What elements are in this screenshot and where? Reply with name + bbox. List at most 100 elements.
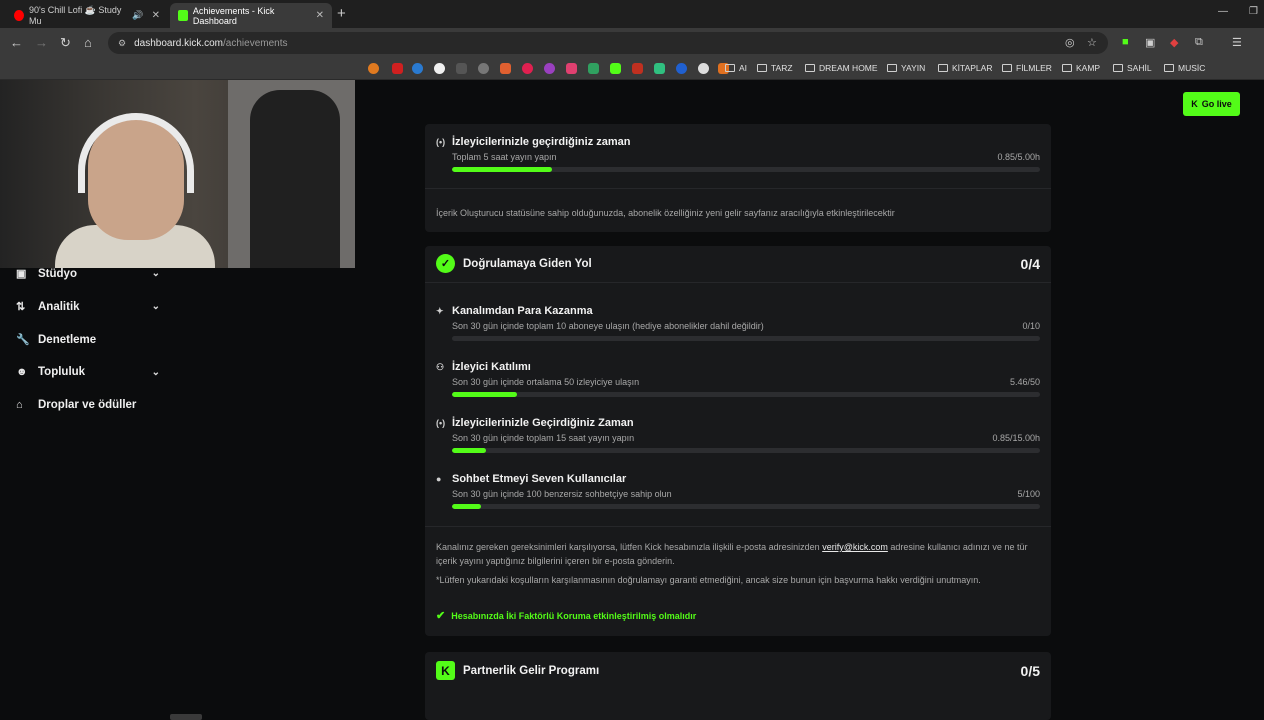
- sidebar-item-drops[interactable]: ⌂ Droplar ve ödüller: [16, 399, 166, 411]
- sidebar-item-label: Denetleme: [38, 333, 97, 346]
- verification-disclaimer: *Lütfen yukarıdaki koşulların karşılanma…: [436, 575, 981, 585]
- kick-icon: K: [1191, 99, 1198, 109]
- back-icon[interactable]: ←: [10, 35, 23, 50]
- folder-icon: [757, 64, 767, 72]
- sidebar-item-label: Analitik: [38, 300, 80, 313]
- chevron-down-icon[interactable]: ⌄: [152, 301, 160, 312]
- go-live-label: Go live: [1201, 99, 1232, 109]
- bookmark-icon[interactable]: [698, 63, 709, 74]
- bookmark-icon[interactable]: [544, 63, 555, 74]
- bookmark-folder-tarz[interactable]: TARZ: [757, 63, 793, 73]
- sidebar-item-community[interactable]: ☻ Topluluk ⌄: [16, 366, 166, 378]
- bookmark-icon[interactable]: [610, 63, 621, 74]
- bookmark-icon[interactable]: [478, 63, 489, 74]
- progress-fill: [452, 167, 552, 172]
- sidebar-item-label: Stüdyo: [38, 267, 77, 280]
- tab-lofi[interactable]: 90's Chill Lofi ☕ Study Mu 🔊 ✕: [6, 3, 168, 28]
- bookmark-icon[interactable]: [456, 63, 467, 74]
- bookmark-folder-ai[interactable]: AI: [725, 63, 747, 73]
- chevron-down-icon[interactable]: ⌄: [152, 367, 160, 378]
- bookmark-icon[interactable]: [368, 63, 379, 74]
- maximize-icon[interactable]: ❐: [1249, 6, 1258, 17]
- scrollbar[interactable]: [170, 714, 202, 720]
- card-title: Partnerlik Gelir Programı: [463, 664, 600, 677]
- new-tab-button[interactable]: +: [337, 5, 346, 22]
- requirement-monetization: ✦ Kanalımdan Para Kazanma Son 30 gün için…: [436, 305, 1040, 345]
- close-tab-icon[interactable]: ✕: [316, 10, 324, 21]
- kick-icon: K: [436, 661, 455, 680]
- requirement-subtitle: Son 30 gün içinde toplam 10 aboneye ulaş…: [452, 321, 764, 331]
- extensions-puzzle-icon[interactable]: ⧉: [1195, 36, 1203, 49]
- speaker-icon[interactable]: 🔊: [132, 10, 143, 21]
- bookmark-icon[interactable]: [588, 63, 599, 74]
- analytics-icon: ⇅: [16, 301, 26, 313]
- sidebar-item-studio[interactable]: ▣ Stüdyo ⌄: [16, 267, 166, 281]
- coat-background: [250, 90, 340, 268]
- bookmark-icon[interactable]: [566, 63, 577, 74]
- partner-card-header: K Partnerlik Gelir Programı 0/5: [436, 661, 1040, 680]
- verification-card-header: ✓ Doğrulamaya Giden Yol 0/4: [436, 254, 1040, 273]
- home-icon[interactable]: ⌂: [84, 35, 92, 50]
- folder-icon: [1164, 64, 1174, 72]
- studio-icon: ▣: [16, 268, 27, 280]
- folder-label: TARZ: [771, 63, 793, 73]
- bookmark-icon[interactable]: [412, 63, 423, 74]
- progress-bar: [452, 336, 1040, 341]
- requirement-value: 0.85/5.00h: [997, 152, 1040, 162]
- bookmark-star-icon[interactable]: ☆: [1087, 36, 1097, 49]
- two-factor-label: Hesabınızda İki Faktörlü Koruma etkinleş…: [451, 610, 697, 621]
- folder-label: KİTAPLAR: [952, 63, 993, 73]
- bookmark-folder-sahil[interactable]: SAHİL: [1113, 63, 1152, 73]
- progress-fill: [452, 448, 486, 453]
- bookmark-folder-kitaplar[interactable]: KİTAPLAR: [938, 63, 992, 73]
- bookmark-folder-music[interactable]: MUSİC: [1164, 63, 1205, 73]
- bookmark-icon[interactable]: [392, 63, 403, 74]
- progress-bar: [452, 167, 1040, 172]
- menu-icon[interactable]: ☰: [1232, 36, 1242, 49]
- tab-kick-dashboard[interactable]: Achievements - Kick Dashboard ✕: [170, 3, 332, 28]
- bookmark-icon[interactable]: [676, 63, 687, 74]
- verify-email-link[interactable]: verify@kick.com: [822, 542, 888, 552]
- bookmark-icon[interactable]: [632, 63, 643, 74]
- reload-icon[interactable]: ↻: [60, 35, 71, 51]
- bookmark-icon[interactable]: [434, 63, 445, 74]
- site-info-icon[interactable]: ⚙: [118, 38, 126, 49]
- folder-label: MUSİC: [1178, 63, 1206, 73]
- minimize-icon[interactable]: —: [1218, 6, 1228, 17]
- sidebar-item-analytics[interactable]: ⇅ Analitik ⌄: [16, 300, 166, 314]
- bookmark-folder-kamp[interactable]: KAMP: [1062, 63, 1100, 73]
- headset: [78, 113, 194, 193]
- bookmark-folder-dream-home[interactable]: DREAM HOME: [805, 63, 878, 73]
- folder-label: DREAM HOME: [819, 63, 878, 73]
- chevron-down-icon[interactable]: ⌄: [152, 268, 160, 279]
- verified-check-icon: ✓: [436, 254, 455, 273]
- requirement-time-with-viewers: (•) İzleyicilerinizle Geçirdiğiniz Zaman …: [436, 417, 1040, 457]
- extension-icon[interactable]: ▣: [1145, 36, 1155, 49]
- address-bar-row: ← → ↻ ⌂ ⚙ dashboard.kick.com/achievement…: [0, 28, 1264, 58]
- folder-label: SAHİL: [1127, 63, 1152, 73]
- eye-off-icon[interactable]: ◎: [1065, 36, 1075, 49]
- youtube-icon: [14, 10, 24, 21]
- extension-icon[interactable]: ■: [1122, 36, 1129, 48]
- bookmark-icon[interactable]: [522, 63, 533, 74]
- folder-icon: [725, 64, 735, 72]
- checkmark-icon: ✔: [436, 610, 446, 622]
- progress-bar: [452, 392, 1040, 397]
- viewers-icon: ⚇: [436, 361, 445, 372]
- chat-icon: ●: [436, 474, 442, 484]
- bookmark-folder-filmler[interactable]: FİLMLER: [1002, 63, 1052, 73]
- two-factor-requirement: ✔ Hesabınızda İki Faktörlü Koruma etkinl…: [436, 609, 696, 622]
- verification-card: ✓ Doğrulamaya Giden Yol 0/4 ✦ Kanalımdan …: [425, 246, 1051, 636]
- requirement-value: 5.46/50: [1009, 377, 1040, 387]
- extension-icon[interactable]: ◆: [1170, 36, 1178, 49]
- bookmark-icon[interactable]: [654, 63, 665, 74]
- tab-title: 90's Chill Lofi ☕ Study Mu: [28, 5, 122, 26]
- forward-icon[interactable]: →: [35, 35, 48, 50]
- sidebar-item-moderation[interactable]: 🔧 Denetleme: [16, 333, 166, 347]
- bookmark-icon[interactable]: [500, 63, 511, 74]
- folder-icon: [938, 64, 948, 72]
- bookmark-folder-yayin[interactable]: YAYIN: [887, 63, 925, 73]
- go-live-button[interactable]: K Go live: [1183, 92, 1240, 116]
- url-input[interactable]: ⚙ dashboard.kick.com/achievements: [108, 32, 1108, 54]
- close-tab-icon[interactable]: ✕: [152, 10, 160, 21]
